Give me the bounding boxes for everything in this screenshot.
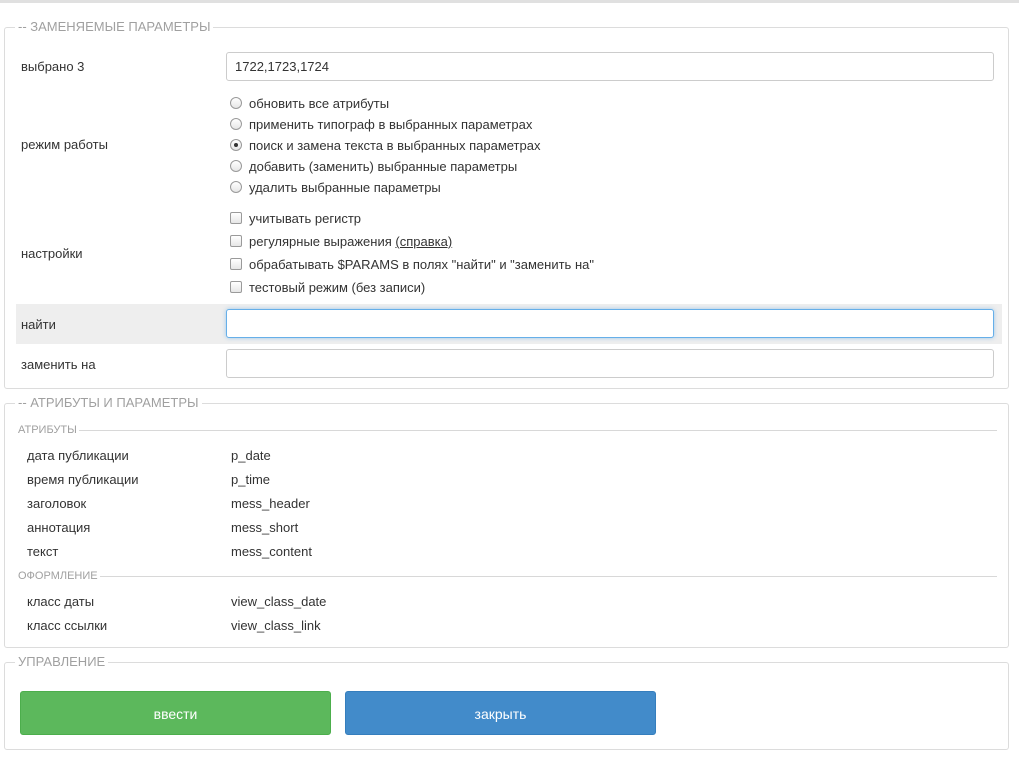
replace-row: заменить на xyxy=(16,346,1002,384)
setting-case-sensitive[interactable]: учитывать регистр xyxy=(230,207,594,230)
top-divider xyxy=(0,0,1019,3)
attribute-name: аннотация xyxy=(27,520,91,535)
mode-option-label: удалить выбранные параметры xyxy=(249,180,441,195)
replace-input[interactable] xyxy=(226,349,994,378)
attrs-params-legend: -- АТРИБУТЫ И ПАРАМЕТРЫ xyxy=(15,395,202,411)
attrs-params-fieldset: -- АТРИБУТЫ И ПАРАМЕТРЫ АТРИБУТЫ дата пу… xyxy=(4,395,1009,648)
mode-option-label: поиск и замена текста в выбранных параме… xyxy=(249,138,541,153)
attributes-header: АТРИБУТЫ xyxy=(18,423,79,437)
settings-row: настройки учитывать регистр регулярные в… xyxy=(16,207,1002,301)
checkbox-test-mode[interactable] xyxy=(230,281,242,293)
mode-radio-group: обновить все атрибуты применить типограф… xyxy=(230,93,540,198)
attribute-name: текст xyxy=(27,544,59,559)
selected-label: выбрано 3 xyxy=(21,59,85,74)
setting-label: тестовый режим (без записи) xyxy=(249,280,426,295)
mode-option-add-replace[interactable]: добавить (заменить) выбранные параметры xyxy=(230,156,540,177)
regex-help-link[interactable]: (справка) xyxy=(395,234,452,249)
design-code: view_class_link xyxy=(231,618,321,633)
attribute-code: p_date xyxy=(231,448,271,463)
replace-params-legend: -- ЗАМЕНЯЕМЫЕ ПАРАМЕТРЫ xyxy=(15,19,214,35)
design-subheader: ОФОРМЛЕНИЕ xyxy=(18,569,997,583)
design-name: класс даты xyxy=(27,594,95,609)
find-row: найти xyxy=(16,304,1002,344)
checkbox-case-sensitive[interactable] xyxy=(230,212,242,224)
find-input[interactable] xyxy=(226,309,994,338)
replace-label: заменить на xyxy=(21,357,96,372)
setting-label: обрабатывать $PARAMS в полях "найти" и "… xyxy=(249,257,594,272)
mode-option-label: добавить (заменить) выбранные параметры xyxy=(249,159,518,174)
radio-add-replace[interactable] xyxy=(230,160,242,172)
attribute-code: mess_header xyxy=(231,496,310,511)
selected-row: выбрано 3 1722,1723,1724 xyxy=(16,50,1002,82)
mode-option-typograph[interactable]: применить типограф в выбранных параметра… xyxy=(230,114,540,135)
setting-process-params[interactable]: обрабатывать $PARAMS в полях "найти" и "… xyxy=(230,253,594,276)
attribute-name: время публикации xyxy=(27,472,139,487)
design-header: ОФОРМЛЕНИЕ xyxy=(18,569,100,583)
close-button[interactable]: закрыть xyxy=(345,691,656,735)
radio-delete[interactable] xyxy=(230,181,242,193)
mode-option-update-all[interactable]: обновить все атрибуты xyxy=(230,93,540,114)
mode-option-label: обновить все атрибуты xyxy=(249,96,390,111)
radio-update-all[interactable] xyxy=(230,97,242,109)
attributes-subheader: АТРИБУТЫ xyxy=(18,423,997,437)
checkbox-regex[interactable] xyxy=(230,235,242,247)
radio-find-replace[interactable] xyxy=(230,139,242,151)
setting-label: учитывать регистр xyxy=(249,211,362,226)
selected-ids-input[interactable]: 1722,1723,1724 xyxy=(226,52,994,81)
design-code: view_class_date xyxy=(231,594,327,609)
mode-option-delete[interactable]: удалить выбранные параметры xyxy=(230,177,540,198)
attribute-code: mess_content xyxy=(231,544,312,559)
control-legend: УПРАВЛЕНИЕ xyxy=(15,654,109,670)
design-name: класс ссылки xyxy=(27,618,108,633)
attribute-name: дата публикации xyxy=(27,448,129,463)
radio-typograph[interactable] xyxy=(230,118,242,130)
settings-label: настройки xyxy=(21,246,83,261)
setting-regex[interactable]: регулярные выражения (справка) xyxy=(230,230,594,253)
attribute-code: mess_short xyxy=(231,520,299,535)
setting-label: регулярные выражения xyxy=(249,234,392,249)
control-fieldset: УПРАВЛЕНИЕ ввести закрыть xyxy=(4,654,1009,750)
mode-option-find-replace[interactable]: поиск и замена текста в выбранных параме… xyxy=(230,135,540,156)
attribute-code: p_time xyxy=(231,472,271,487)
setting-test-mode[interactable]: тестовый режим (без записи) xyxy=(230,276,594,299)
mode-label: режим работы xyxy=(21,137,108,152)
attribute-name: заголовок xyxy=(27,496,87,511)
mode-option-label: применить типограф в выбранных параметра… xyxy=(249,117,533,132)
mode-row: режим работы обновить все атрибуты приме… xyxy=(16,92,1002,200)
settings-checkbox-group: учитывать регистр регулярные выражения (… xyxy=(230,207,594,299)
replace-params-fieldset: -- ЗАМЕНЯЕМЫЕ ПАРАМЕТРЫ выбрано 3 1722,1… xyxy=(4,19,1009,389)
find-label: найти xyxy=(21,317,56,332)
checkbox-process-params[interactable] xyxy=(230,258,242,270)
submit-button[interactable]: ввести xyxy=(20,691,331,735)
